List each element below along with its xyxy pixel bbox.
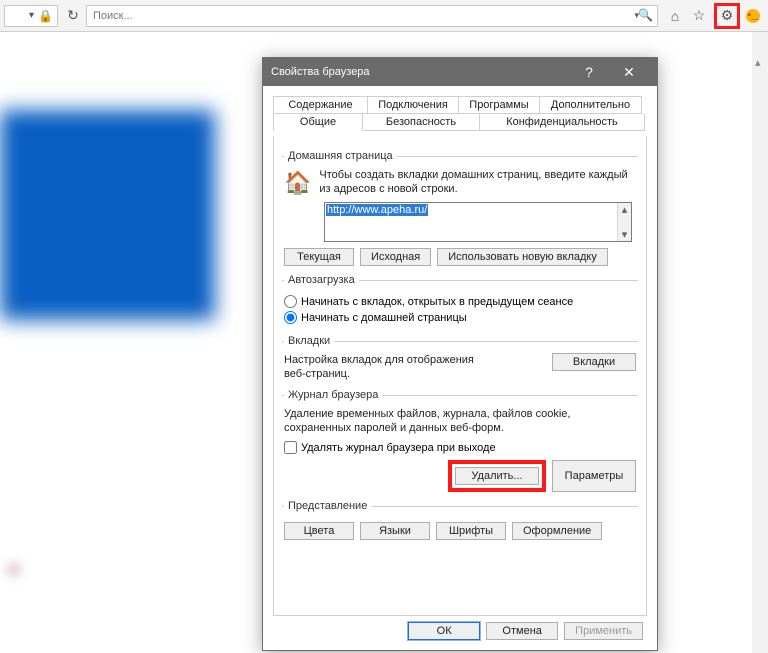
homepage-group: Домашняя страница 🏠 Чтобы создать вкладк…	[282, 150, 638, 268]
search-icon[interactable]: 🔍	[638, 8, 653, 22]
languages-button[interactable]: Языки	[360, 522, 430, 540]
appearance-group: Представление Цвета Языки Шрифты Оформле…	[282, 500, 638, 542]
tab-content[interactable]: Содержание	[273, 96, 368, 114]
dialog-titlebar[interactable]: Свойства браузера ? ✕	[263, 58, 657, 86]
cancel-button[interactable]: Отмена	[486, 622, 558, 640]
home-icon[interactable]: ⌂	[666, 7, 684, 25]
gear-icon[interactable]: ⚙	[714, 3, 740, 29]
search-placeholder: Поиск...	[93, 10, 133, 22]
use-default-button[interactable]: Исходная	[360, 248, 431, 266]
use-newtab-button[interactable]: Использовать новую вкладку	[437, 248, 608, 266]
background-blue-panel	[0, 110, 215, 320]
homepage-url-value: http://www.apeha.ru/	[326, 204, 428, 216]
close-icon[interactable]: ✕	[609, 58, 649, 86]
chevron-down-icon: ▾	[29, 10, 34, 21]
delete-history-button[interactable]: Удалить...	[455, 467, 539, 485]
refresh-icon[interactable]: ↻	[64, 7, 82, 25]
tabs-legend: Вкладки	[284, 335, 334, 347]
background-google-logo: ogle	[8, 513, 16, 587]
homepage-url-input[interactable]: http://www.apeha.ru/ ▴▾	[324, 202, 632, 242]
delete-button-highlight: Удалить...	[448, 460, 546, 492]
startup-homepage-radio[interactable]: Начинать с домашней страницы	[284, 311, 636, 324]
delete-on-exit-label: Удалять журнал браузера при выходе	[301, 442, 496, 454]
page-scrollbar[interactable]: ▴	[752, 32, 768, 653]
history-legend: Журнал браузера	[284, 389, 382, 401]
tab-security[interactable]: Безопасность	[362, 114, 480, 131]
homepage-description: Чтобы создать вкладки домашних страниц, …	[319, 168, 636, 198]
homepage-legend: Домашняя страница	[284, 150, 397, 162]
ok-button[interactable]: ОК	[408, 622, 480, 640]
appearance-legend: Представление	[284, 500, 371, 512]
address-box-right[interactable]: ▾ 🔒	[4, 5, 58, 27]
delete-on-exit-checkbox[interactable]: Удалять журнал браузера при выходе	[284, 441, 636, 454]
tab-programs[interactable]: Программы	[458, 96, 540, 114]
startup-group: Автозагрузка Начинать с вкладок, открыты…	[282, 274, 638, 329]
textarea-scrollbar[interactable]: ▴▾	[617, 203, 631, 241]
startup-last-session-radio[interactable]: Начинать с вкладок, открытых в предыдуще…	[284, 295, 636, 308]
history-description: Удаление временных файлов, журнала, файл…	[284, 407, 636, 435]
toolbar-right: ⌂ ☆ ⚙ •‿	[662, 3, 764, 29]
lock-icon: 🔒	[38, 9, 53, 23]
tab-privacy[interactable]: Конфиденциальность	[479, 114, 645, 131]
browsing-history-group: Журнал браузера Удаление временных файло…	[282, 389, 638, 494]
tab-advanced[interactable]: Дополнительно	[539, 96, 642, 114]
startup-legend: Автозагрузка	[284, 274, 359, 286]
startup-opt2-label: Начинать с домашней страницы	[301, 312, 467, 324]
tab-connections[interactable]: Подключения	[367, 96, 459, 114]
colors-button[interactable]: Цвета	[284, 522, 354, 540]
internet-options-dialog: Свойства браузера ? ✕ Содержание Подключ…	[262, 57, 658, 651]
tab-panel-general: Домашняя страница 🏠 Чтобы создать вкладк…	[273, 136, 647, 616]
dialog-title: Свойства браузера	[271, 66, 370, 78]
apply-button[interactable]: Применить	[564, 622, 643, 640]
tabs-group: Вкладки Настройка вкладок для отображени…	[282, 335, 638, 383]
tabs-settings-button[interactable]: Вкладки	[552, 353, 636, 371]
search-input[interactable]: Поиск... ▾ 🔍	[86, 5, 658, 27]
help-button[interactable]: ?	[569, 58, 609, 86]
tabs-description: Настройка вкладок для отображения веб-ст…	[284, 353, 494, 381]
accessibility-button[interactable]: Оформление	[512, 522, 602, 540]
house-icon: 🏠	[284, 168, 311, 198]
browser-toolbar: ▾ 🔒 ↻ Поиск... ▾ 🔍 ⌂ ☆ ⚙ •‿	[0, 0, 768, 32]
favorites-icon[interactable]: ☆	[690, 7, 708, 25]
smiley-icon[interactable]: •‿	[746, 9, 760, 23]
use-current-button[interactable]: Текущая	[284, 248, 354, 266]
fonts-button[interactable]: Шрифты	[436, 522, 506, 540]
history-settings-button[interactable]: Параметры	[552, 460, 636, 492]
tab-general[interactable]: Общие	[273, 114, 363, 131]
startup-opt1-label: Начинать с вкладок, открытых в предыдуще…	[301, 296, 573, 308]
dialog-buttons: ОК Отмена Применить	[408, 622, 643, 640]
